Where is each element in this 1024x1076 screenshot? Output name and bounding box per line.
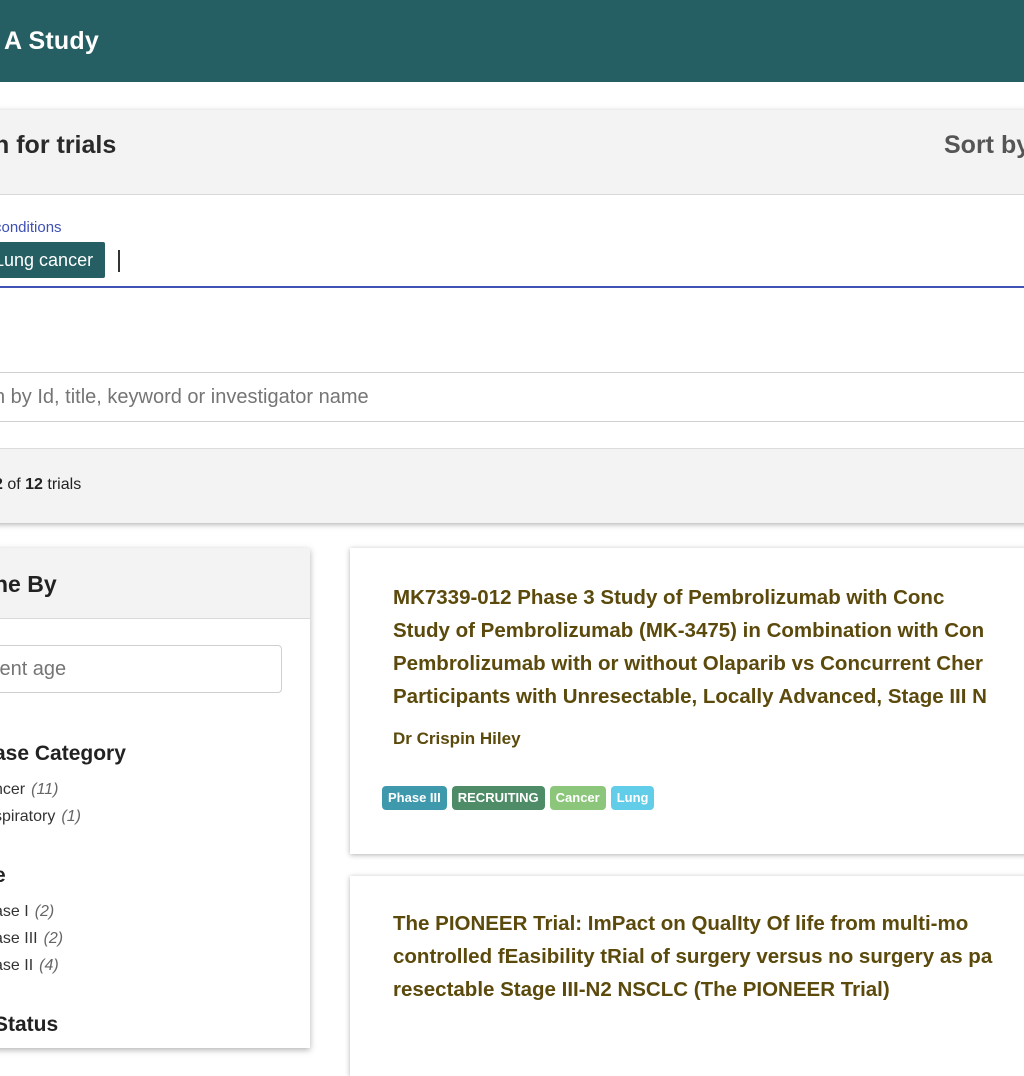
facet-item[interactable]: spiratory (1) (0, 808, 81, 826)
trial-title-line: Study of Pembrolizumab (MK-3475) in Comb… (393, 619, 985, 642)
trial-card: The PIONEER Trial: ImPact on QualIty Of … (350, 876, 1024, 1076)
facet-count: (11) (31, 781, 59, 798)
condition-chip[interactable]: Lung cancer (0, 242, 106, 278)
app-title[interactable]: A Study (4, 27, 99, 56)
trial-title[interactable]: MK7339-012 Phase 3 Study of Pembrolizuma… (393, 581, 1024, 713)
facet-label: ncer (0, 781, 26, 798)
results-summary-bar: 2 of 12 trials (0, 448, 1024, 523)
trial-title-line: The PIONEER Trial: ImPact on QualIty Of … (393, 912, 969, 935)
facet-label: ase II (0, 957, 34, 974)
facet-count: (2) (43, 930, 64, 947)
tag-status: RECRUITING (451, 786, 545, 810)
facet-label: ase III (0, 930, 38, 947)
search-panel: n for trials Sort by conditions Lung can… (0, 110, 1024, 523)
tag-phase: Phase III (382, 786, 447, 810)
results-of: of (7, 476, 21, 493)
facet-label: ase I (0, 903, 29, 920)
facet-title-category: ase Category (0, 742, 126, 765)
facet-label: spiratory (0, 808, 56, 825)
investigator-name: Dr Crispin Hiley (393, 729, 521, 748)
app-header: A Study (0, 0, 1024, 82)
results-count: 2 of 12 trials (0, 476, 81, 494)
facet-count: (1) (61, 808, 81, 825)
facet-count: (2) (34, 903, 55, 920)
conditions-label: conditions (0, 219, 62, 236)
trial-card: MK7339-012 Phase 3 Study of Pembrolizuma… (350, 548, 1024, 854)
keyword-search-box (0, 372, 1024, 422)
keyword-search-input[interactable] (0, 373, 1024, 421)
results-from: 2 (0, 476, 3, 493)
conditions-underline (0, 286, 1024, 288)
tag-condition: Cancer (549, 786, 606, 810)
trial-title-line: Participants with Unresectable, Locally … (393, 685, 987, 708)
search-title: n for trials (0, 131, 117, 159)
facet-item[interactable]: ncer (11) (0, 781, 58, 799)
trial-tags: Phase III RECRUITING Cancer Lung (382, 786, 655, 810)
text-cursor (118, 250, 120, 272)
facet-title-phase: e (0, 864, 6, 888)
trial-title-line: MK7339-012 Phase 3 Study of Pembrolizuma… (393, 586, 945, 609)
facet-count: (4) (39, 957, 59, 974)
refine-title: ne By (0, 571, 57, 597)
facet-item[interactable]: ase III (2) (0, 930, 63, 948)
trial-title-line: controlled fEasibility tRial of surgery … (393, 945, 993, 968)
facet-item[interactable]: ase I (2) (0, 903, 54, 921)
trial-title-line: Pembrolizumab with or without Olaparib v… (393, 652, 984, 675)
refine-panel: ne By ase Category ncer (11) spiratory (1)… (0, 548, 310, 1048)
facet-title-status: Status (0, 1013, 59, 1036)
tag-condition: Lung (610, 786, 655, 810)
trial-title[interactable]: The PIONEER Trial: ImPact on QualIty Of … (393, 907, 1024, 1006)
refine-header: ne By (0, 548, 310, 619)
search-header: n for trials Sort by (0, 110, 1024, 195)
facet-item[interactable]: ase II (4) (0, 957, 59, 975)
results-suffix: trials (47, 476, 82, 493)
trial-title-line: resectable Stage III-N2 NSCLC (The PIONE… (393, 978, 890, 1001)
results-total: 12 (25, 476, 43, 493)
sort-by-button[interactable]: Sort by (944, 131, 1024, 160)
patient-age-input[interactable] (0, 645, 282, 693)
